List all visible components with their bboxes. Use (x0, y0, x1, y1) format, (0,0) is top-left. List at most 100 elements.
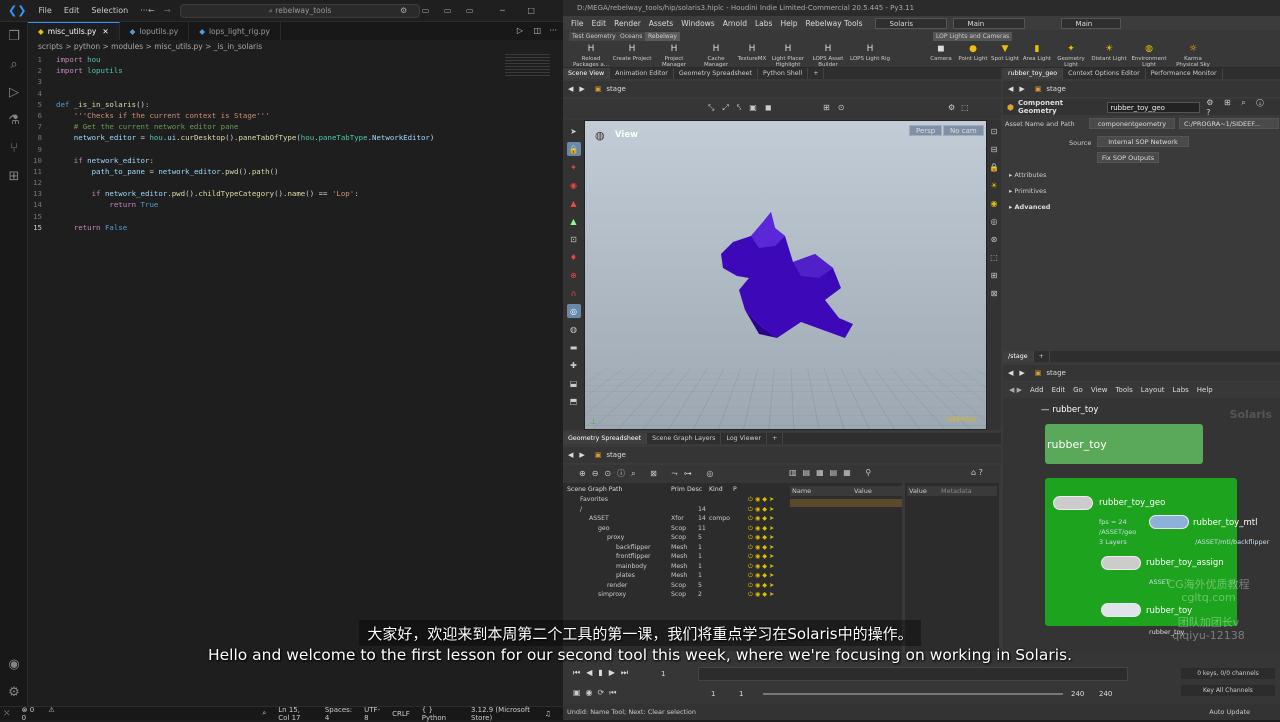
line-ending[interactable]: CRLF (392, 710, 410, 718)
shelf-tool-light-placer[interactable]: H Light Placer Highlight (767, 43, 809, 68)
menu-labs[interactable]: Labs (755, 19, 772, 28)
light-display-icon[interactable]: ☀ (987, 178, 1001, 192)
key-all-channels-button[interactable]: Key All Channels (1181, 685, 1275, 696)
lock-icon[interactable]: 🔒 (567, 142, 581, 156)
scene-graph-row[interactable]: Favorites ⏻ ◉ ◆ ➤ (563, 495, 786, 505)
shelf-tool-camera[interactable]: ◼ Camera (923, 43, 959, 62)
magnet-icon[interactable]: ∩ (567, 286, 581, 300)
tab-rubber-toy-geo[interactable]: rubber_toy_geo (1003, 68, 1063, 79)
menu-render[interactable]: Render (614, 19, 641, 28)
shelf-tool-project-manager[interactable]: H Project Manager (653, 43, 695, 68)
menu-edit[interactable]: Edit (64, 6, 80, 15)
display-icon-5[interactable]: ⊛ (987, 232, 1001, 246)
shelf-tool-asset-builder[interactable]: H LOPS Asset Builder (807, 43, 849, 68)
remote-icon[interactable]: ⤬ (4, 709, 10, 718)
net-menu-labs[interactable]: Labs (1173, 386, 1189, 394)
light-display-icon-2[interactable]: ◉ (987, 196, 1001, 210)
node-rubber-toy-assign[interactable] (1101, 556, 1141, 570)
menu-help[interactable]: Help (780, 19, 797, 28)
visibility-icons[interactable]: ⏻ ◉ ◆ ➤ (748, 514, 774, 524)
visibility-icons[interactable]: ⏻ ◉ ◆ ➤ (748, 571, 774, 581)
menu-selection[interactable]: Selection (91, 6, 128, 15)
section-primitives[interactable]: ▸ Primitives (1009, 187, 1046, 195)
select-tool-icons[interactable]: ⤡⤢⤣▣◼ (708, 103, 780, 113)
shelf-tab-lop-lights[interactable]: LOP Lights and Cameras (933, 32, 1012, 41)
end-frame[interactable]: 240 (1099, 690, 1112, 698)
testing-icon[interactable]: ⚗ (0, 106, 28, 134)
visibility-icons[interactable]: ⏻ ◉ ◆ ➤ (748, 590, 774, 600)
path-label[interactable]: stage (606, 451, 625, 459)
main-dropdown-2[interactable]: Main (1061, 18, 1121, 29)
paint-icon[interactable]: ♦ (567, 250, 581, 264)
breadcrumb[interactable]: scripts > python > modules > misc_utils.… (38, 42, 262, 51)
auto-update-toggle[interactable]: Auto Update (1209, 704, 1250, 720)
fix-sop-outputs-button[interactable]: Fix SOP Outputs (1097, 152, 1159, 163)
transform-icon[interactable]: ✦ (567, 160, 581, 174)
close-icon[interactable]: ✕ (102, 27, 108, 36)
add-tab-icon[interactable]: + (1034, 351, 1050, 362)
nav-back-icon[interactable]: ◀ (1008, 85, 1013, 93)
shelf-tool-spot-light[interactable]: ▼ Spot Light (987, 43, 1023, 62)
bell-icon[interactable]: ♫ (545, 710, 551, 718)
visibility-icons[interactable]: ⏻ ◉ ◆ ➤ (748, 543, 774, 553)
pose-icon[interactable]: ⊡ (567, 232, 581, 246)
scene-graph-row[interactable]: /14 ⏻ ◉ ◆ ➤ (563, 505, 786, 515)
problems-indicator[interactable]: ⊗ 0 ⚠ 0 (22, 706, 61, 722)
shelf-tab-rebelway[interactable]: Rebelway (645, 32, 680, 41)
menu-windows[interactable]: Windows (681, 19, 714, 28)
tab-loputils[interactable]: ◆ loputils.py (120, 22, 190, 40)
shelf-tool-geometry-light[interactable]: ✦ Geometry Light (1053, 43, 1089, 68)
more-actions-icon[interactable]: ··· (549, 26, 557, 35)
menu-file[interactable]: File (571, 19, 584, 28)
net-menu-layout[interactable]: Layout (1141, 386, 1165, 394)
command-center-search[interactable]: ⌕ rebelway_tools (180, 4, 420, 18)
zoom-icon[interactable]: ⌕ (262, 709, 266, 718)
visibility-icons[interactable]: ⏻ ◉ ◆ ➤ (748, 533, 774, 543)
desktop-dropdown[interactable]: Solaris (875, 18, 947, 29)
asset-path-field[interactable]: C:/PROGRA~1/SIDEEF... (1179, 118, 1279, 129)
tab-lops-light-rig[interactable]: ◆ lops_light_rig.py (189, 22, 281, 40)
language-mode[interactable]: { } Python (422, 706, 459, 722)
shelf-tool-point-light[interactable]: ● Point Light (955, 43, 991, 62)
section-advanced[interactable]: ▸ Advanced (1009, 203, 1050, 211)
tab-python-shell[interactable]: Python Shell (758, 68, 808, 79)
node-rubber-toy-geo[interactable] (1053, 496, 1093, 510)
visibility-icons[interactable]: ⏻ ◉ ◆ ➤ (748, 581, 774, 591)
range-slider[interactable] (763, 693, 1063, 695)
visibility-icons[interactable]: ⏻ ◉ ◆ ➤ (748, 505, 774, 515)
menu-edit[interactable]: Edit (592, 19, 607, 28)
tab-scene-view[interactable]: Scene View (563, 68, 610, 79)
display-icon[interactable]: ⊡ (987, 124, 1001, 138)
scene-graph-row[interactable]: backflipper Mesh 1 ⏻ ◉ ◆ ➤ (563, 543, 786, 553)
menu-arnold[interactable]: Arnold (723, 19, 747, 28)
current-frame[interactable]: 1 (661, 670, 665, 678)
path-label[interactable]: stage (1046, 369, 1065, 377)
shelf-tab-test-geometry[interactable]: Test Geometry (569, 32, 619, 41)
viewport-settings-icons[interactable]: ⚙⬚ (948, 103, 975, 112)
persp-dropdown[interactable]: Persp (909, 125, 942, 136)
scene-graph-tool-icons[interactable]: ⊕⊖⊙ⓘ⌕ ⊠ ⤳⊶ ◎ (579, 468, 719, 479)
scale-icon[interactable]: ▲ (567, 196, 581, 210)
shelf-tool-reload[interactable]: H Reload Packages a... (570, 43, 612, 68)
light-tool-icon[interactable]: ▬ (567, 340, 581, 354)
scene-graph-row[interactable]: plates Mesh 1 ⏻ ◉ ◆ ➤ (563, 571, 786, 581)
nav-back-icon[interactable]: ◀ (568, 85, 573, 93)
menu-file[interactable]: File (38, 6, 51, 15)
scene-graph-row[interactable]: frontflipper Mesh 1 ⏻ ◉ ◆ ➤ (563, 552, 786, 562)
visibility-icons[interactable]: ⏻ ◉ ◆ ➤ (748, 562, 774, 572)
tab-geometry-spreadsheet[interactable]: Geometry Spreadsheet (674, 68, 758, 79)
brush-icon[interactable]: ⊕ (567, 268, 581, 282)
tab-context-options[interactable]: Context Options Editor (1063, 68, 1146, 79)
visibility-icons[interactable]: ⏻ ◉ ◆ ➤ (748, 552, 774, 562)
settings-gear-icon[interactable]: ⚙ (0, 678, 28, 706)
scene-graph-row[interactable]: geo Scop 11 ⏻ ◉ ◆ ➤ (563, 524, 786, 534)
tab-log-viewer[interactable]: Log Viewer (721, 433, 767, 444)
display-options-icons[interactable]: ⊞⊙ (823, 103, 852, 112)
nav-forward-icon[interactable]: ▶ (1019, 369, 1024, 377)
shelf-tool-area-light[interactable]: ▮ Area Light (1019, 43, 1055, 62)
tab-animation-editor[interactable]: Animation Editor (610, 68, 674, 79)
node-name-field[interactable]: rubber_toy_geo (1107, 102, 1200, 113)
path-label[interactable]: stage (606, 85, 625, 93)
explorer-icon[interactable]: ❐ (0, 22, 28, 50)
add-tab-icon[interactable]: + (767, 433, 783, 444)
